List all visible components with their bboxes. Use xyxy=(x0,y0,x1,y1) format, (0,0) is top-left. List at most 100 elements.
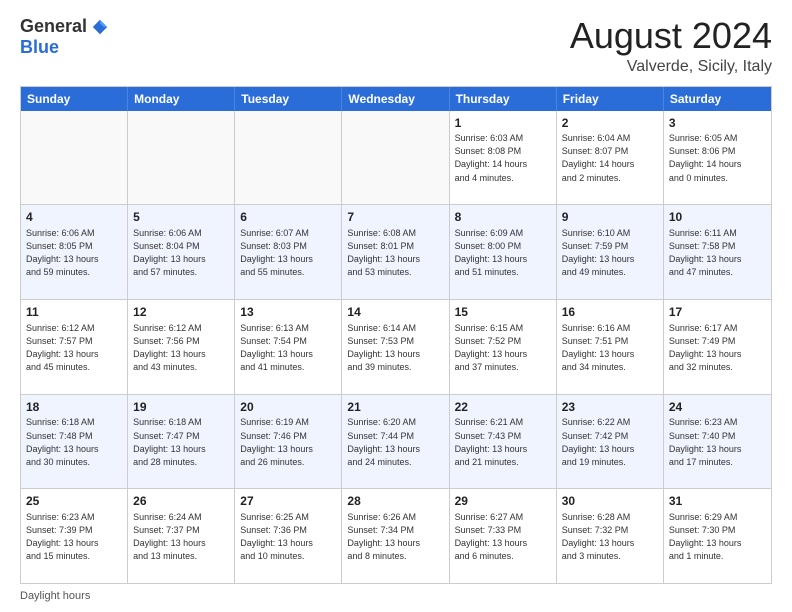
day-number: 17 xyxy=(669,304,766,321)
day-number: 9 xyxy=(562,209,658,226)
day-number: 14 xyxy=(347,304,443,321)
cell-info: Sunrise: 6:06 AM Sunset: 8:04 PM Dayligh… xyxy=(133,227,229,279)
table-row: 6Sunrise: 6:07 AM Sunset: 8:03 PM Daylig… xyxy=(235,205,342,299)
day-number: 31 xyxy=(669,493,766,510)
day-number: 16 xyxy=(562,304,658,321)
table-row: 17Sunrise: 6:17 AM Sunset: 7:49 PM Dayli… xyxy=(664,300,771,394)
cell-info: Sunrise: 6:23 AM Sunset: 7:40 PM Dayligh… xyxy=(669,416,766,468)
table-row: 25Sunrise: 6:23 AM Sunset: 7:39 PM Dayli… xyxy=(21,489,128,583)
table-row: 24Sunrise: 6:23 AM Sunset: 7:40 PM Dayli… xyxy=(664,395,771,489)
header-day-wednesday: Wednesday xyxy=(342,87,449,111)
logo-icon xyxy=(91,18,109,36)
table-row: 12Sunrise: 6:12 AM Sunset: 7:56 PM Dayli… xyxy=(128,300,235,394)
table-row: 13Sunrise: 6:13 AM Sunset: 7:54 PM Dayli… xyxy=(235,300,342,394)
cell-info: Sunrise: 6:16 AM Sunset: 7:51 PM Dayligh… xyxy=(562,322,658,374)
cell-info: Sunrise: 6:03 AM Sunset: 8:08 PM Dayligh… xyxy=(455,132,551,184)
calendar-body: 1Sunrise: 6:03 AM Sunset: 8:08 PM Daylig… xyxy=(21,111,771,583)
cell-info: Sunrise: 6:07 AM Sunset: 8:03 PM Dayligh… xyxy=(240,227,336,279)
calendar-header: SundayMondayTuesdayWednesdayThursdayFrid… xyxy=(21,87,771,111)
cell-info: Sunrise: 6:19 AM Sunset: 7:46 PM Dayligh… xyxy=(240,416,336,468)
cell-info: Sunrise: 6:25 AM Sunset: 7:36 PM Dayligh… xyxy=(240,511,336,563)
day-number: 13 xyxy=(240,304,336,321)
day-number: 21 xyxy=(347,399,443,416)
table-row: 31Sunrise: 6:29 AM Sunset: 7:30 PM Dayli… xyxy=(664,489,771,583)
cal-row-0: 1Sunrise: 6:03 AM Sunset: 8:08 PM Daylig… xyxy=(21,111,771,205)
page: General Blue August 2024 Valverde, Sicil… xyxy=(0,0,792,612)
table-row: 4Sunrise: 6:06 AM Sunset: 8:05 PM Daylig… xyxy=(21,205,128,299)
table-row xyxy=(21,111,128,205)
cal-row-2: 11Sunrise: 6:12 AM Sunset: 7:57 PM Dayli… xyxy=(21,299,771,394)
table-row: 28Sunrise: 6:26 AM Sunset: 7:34 PM Dayli… xyxy=(342,489,449,583)
cell-info: Sunrise: 6:17 AM Sunset: 7:49 PM Dayligh… xyxy=(669,322,766,374)
day-number: 5 xyxy=(133,209,229,226)
cal-row-3: 18Sunrise: 6:18 AM Sunset: 7:48 PM Dayli… xyxy=(21,394,771,489)
day-number: 18 xyxy=(26,399,122,416)
table-row xyxy=(235,111,342,205)
cal-row-4: 25Sunrise: 6:23 AM Sunset: 7:39 PM Dayli… xyxy=(21,488,771,583)
table-row: 29Sunrise: 6:27 AM Sunset: 7:33 PM Dayli… xyxy=(450,489,557,583)
table-row: 1Sunrise: 6:03 AM Sunset: 8:08 PM Daylig… xyxy=(450,111,557,205)
table-row xyxy=(128,111,235,205)
day-number: 30 xyxy=(562,493,658,510)
day-number: 1 xyxy=(455,115,551,132)
day-number: 19 xyxy=(133,399,229,416)
table-row: 22Sunrise: 6:21 AM Sunset: 7:43 PM Dayli… xyxy=(450,395,557,489)
day-number: 3 xyxy=(669,115,766,132)
table-row: 16Sunrise: 6:16 AM Sunset: 7:51 PM Dayli… xyxy=(557,300,664,394)
day-number: 11 xyxy=(26,304,122,321)
table-row: 23Sunrise: 6:22 AM Sunset: 7:42 PM Dayli… xyxy=(557,395,664,489)
cal-row-1: 4Sunrise: 6:06 AM Sunset: 8:05 PM Daylig… xyxy=(21,204,771,299)
cell-info: Sunrise: 6:06 AM Sunset: 8:05 PM Dayligh… xyxy=(26,227,122,279)
day-number: 20 xyxy=(240,399,336,416)
table-row: 18Sunrise: 6:18 AM Sunset: 7:48 PM Dayli… xyxy=(21,395,128,489)
cell-info: Sunrise: 6:18 AM Sunset: 7:48 PM Dayligh… xyxy=(26,416,122,468)
logo-blue-text: Blue xyxy=(20,37,59,58)
calendar: SundayMondayTuesdayWednesdayThursdayFrid… xyxy=(20,86,772,584)
day-number: 15 xyxy=(455,304,551,321)
cell-info: Sunrise: 6:24 AM Sunset: 7:37 PM Dayligh… xyxy=(133,511,229,563)
logo-general-text: General xyxy=(20,16,87,37)
table-row: 27Sunrise: 6:25 AM Sunset: 7:36 PM Dayli… xyxy=(235,489,342,583)
cell-info: Sunrise: 6:18 AM Sunset: 7:47 PM Dayligh… xyxy=(133,416,229,468)
footer-note: Daylight hours xyxy=(20,590,772,602)
table-row: 11Sunrise: 6:12 AM Sunset: 7:57 PM Dayli… xyxy=(21,300,128,394)
cell-info: Sunrise: 6:13 AM Sunset: 7:54 PM Dayligh… xyxy=(240,322,336,374)
table-row: 8Sunrise: 6:09 AM Sunset: 8:00 PM Daylig… xyxy=(450,205,557,299)
day-number: 2 xyxy=(562,115,658,132)
title-block: August 2024 Valverde, Sicily, Italy xyxy=(570,16,772,76)
day-number: 29 xyxy=(455,493,551,510)
cell-info: Sunrise: 6:29 AM Sunset: 7:30 PM Dayligh… xyxy=(669,511,766,563)
header-day-saturday: Saturday xyxy=(664,87,771,111)
day-number: 23 xyxy=(562,399,658,416)
cell-info: Sunrise: 6:09 AM Sunset: 8:00 PM Dayligh… xyxy=(455,227,551,279)
table-row: 3Sunrise: 6:05 AM Sunset: 8:06 PM Daylig… xyxy=(664,111,771,205)
cell-info: Sunrise: 6:04 AM Sunset: 8:07 PM Dayligh… xyxy=(562,132,658,184)
day-number: 27 xyxy=(240,493,336,510)
day-number: 10 xyxy=(669,209,766,226)
day-number: 22 xyxy=(455,399,551,416)
cell-info: Sunrise: 6:10 AM Sunset: 7:59 PM Dayligh… xyxy=(562,227,658,279)
cell-info: Sunrise: 6:26 AM Sunset: 7:34 PM Dayligh… xyxy=(347,511,443,563)
cell-info: Sunrise: 6:23 AM Sunset: 7:39 PM Dayligh… xyxy=(26,511,122,563)
day-number: 26 xyxy=(133,493,229,510)
header-day-thursday: Thursday xyxy=(450,87,557,111)
cell-info: Sunrise: 6:20 AM Sunset: 7:44 PM Dayligh… xyxy=(347,416,443,468)
table-row: 10Sunrise: 6:11 AM Sunset: 7:58 PM Dayli… xyxy=(664,205,771,299)
table-row: 20Sunrise: 6:19 AM Sunset: 7:46 PM Dayli… xyxy=(235,395,342,489)
logo: General Blue xyxy=(20,16,109,58)
header-day-friday: Friday xyxy=(557,87,664,111)
day-number: 8 xyxy=(455,209,551,226)
cell-info: Sunrise: 6:14 AM Sunset: 7:53 PM Dayligh… xyxy=(347,322,443,374)
month-year: August 2024 xyxy=(570,16,772,56)
cell-info: Sunrise: 6:27 AM Sunset: 7:33 PM Dayligh… xyxy=(455,511,551,563)
day-number: 7 xyxy=(347,209,443,226)
header-day-monday: Monday xyxy=(128,87,235,111)
day-number: 28 xyxy=(347,493,443,510)
day-number: 4 xyxy=(26,209,122,226)
table-row: 9Sunrise: 6:10 AM Sunset: 7:59 PM Daylig… xyxy=(557,205,664,299)
cell-info: Sunrise: 6:05 AM Sunset: 8:06 PM Dayligh… xyxy=(669,132,766,184)
day-number: 12 xyxy=(133,304,229,321)
table-row: 2Sunrise: 6:04 AM Sunset: 8:07 PM Daylig… xyxy=(557,111,664,205)
cell-info: Sunrise: 6:08 AM Sunset: 8:01 PM Dayligh… xyxy=(347,227,443,279)
header-day-sunday: Sunday xyxy=(21,87,128,111)
